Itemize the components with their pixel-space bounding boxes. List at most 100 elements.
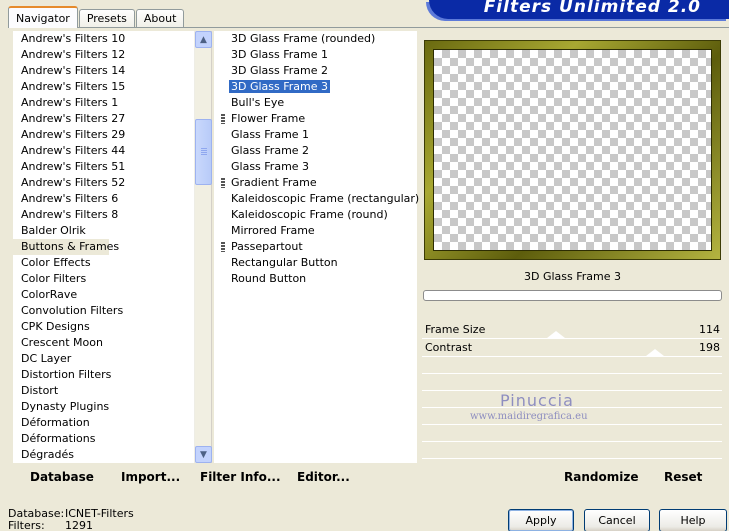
- import-button[interactable]: Import...: [121, 470, 180, 484]
- category-item[interactable]: Andrew's Filters 52: [13, 175, 193, 191]
- filter-item[interactable]: Gradient Frame: [214, 175, 417, 191]
- filter-label: 3D Glass Frame 3: [229, 80, 331, 93]
- category-item[interactable]: Andrew's Filters 1: [13, 95, 193, 111]
- category-item[interactable]: Buttons & Frames: [13, 239, 119, 255]
- reset-button[interactable]: Reset: [664, 470, 702, 484]
- category-item[interactable]: Andrew's Filters 12: [13, 47, 193, 63]
- category-item[interactable]: Distort: [13, 383, 193, 399]
- slider-marker-icon[interactable]: [547, 331, 566, 338]
- param-frame-size[interactable]: Frame Size 114: [422, 321, 722, 339]
- filter-item[interactable]: Mirrored Frame: [214, 223, 417, 239]
- filter-label: Flower Frame: [231, 112, 306, 125]
- filter-item[interactable]: Glass Frame 3: [214, 159, 417, 175]
- category-item[interactable]: Andrew's Filters 44: [13, 143, 193, 159]
- randomize-label: Randomize: [564, 470, 639, 484]
- category-item[interactable]: Déformation: [13, 415, 193, 431]
- category-item[interactable]: Andrew's Filters 29: [13, 127, 193, 143]
- preview-frame: [424, 40, 721, 260]
- filter-list[interactable]: 3D Glass Frame (rounded) 3D Glass Frame 1…: [214, 31, 419, 463]
- filter-item[interactable]: Glass Frame 2: [214, 143, 417, 159]
- apply-button[interactable]: Apply: [508, 509, 574, 531]
- filter-info-button[interactable]: Filter Info...: [200, 470, 281, 484]
- filter-label: Mirrored Frame: [231, 224, 315, 237]
- category-item[interactable]: Andrew's Filters 51: [13, 159, 193, 175]
- scroll-thumb[interactable]: [195, 119, 212, 185]
- category-item[interactable]: DC Layer: [13, 351, 193, 367]
- category-item[interactable]: Convolution Filters: [13, 303, 193, 319]
- filter-item[interactable]: 3D Glass Frame 3: [214, 79, 417, 95]
- folder-marker-icon: [221, 242, 225, 252]
- category-item[interactable]: Distortion Filters: [13, 367, 193, 383]
- tab-navigator[interactable]: Navigator: [8, 6, 78, 28]
- param-empty-row: [422, 442, 722, 459]
- filter-label: Passepartout: [231, 240, 303, 253]
- filter-item[interactable]: Round Button: [214, 271, 417, 287]
- category-item[interactable]: Andrew's Filters 27: [13, 111, 193, 127]
- param-empty-row: [422, 425, 722, 442]
- status-filters-label: Filters:: [8, 519, 45, 531]
- reset-label: Reset: [664, 470, 703, 484]
- filter-item[interactable]: Rectangular Button: [214, 255, 417, 271]
- category-item[interactable]: CPK Designs: [13, 319, 193, 335]
- param-empty-row: [422, 357, 722, 374]
- filter-label: 3D Glass Frame 1: [231, 48, 329, 61]
- category-item[interactable]: Andrew's Filters 15: [13, 79, 193, 95]
- category-item[interactable]: Déformations: [13, 431, 193, 447]
- param-name: Frame Size: [425, 323, 486, 336]
- randomize-button[interactable]: Randomize: [564, 470, 638, 484]
- filter-item[interactable]: 3D Glass Frame 1: [214, 47, 417, 63]
- filter-label: Glass Frame 1: [231, 128, 310, 141]
- category-item[interactable]: Dégradés: [13, 447, 193, 463]
- editor-button[interactable]: Editor...: [297, 470, 350, 484]
- watermark-name: Pinuccia: [500, 391, 574, 410]
- filter-item[interactable]: Glass Frame 1: [214, 127, 417, 143]
- filter-item[interactable]: Kaleidoscopic Frame (round): [214, 207, 417, 223]
- filter-item[interactable]: Flower Frame: [214, 111, 417, 127]
- category-item[interactable]: Balder Olrik: [13, 223, 193, 239]
- category-item[interactable]: Andrew's Filters 14: [13, 63, 193, 79]
- scroll-up-button[interactable]: ▲: [195, 31, 212, 48]
- filter-item[interactable]: Bull's Eye: [214, 95, 417, 111]
- category-list[interactable]: Andrew's Filters 10 Andrew's Filters 12 An…: [13, 31, 193, 463]
- param-value: 198: [699, 341, 720, 354]
- folder-marker-icon: [221, 114, 225, 124]
- filter-label: 3D Glass Frame 2: [231, 64, 329, 77]
- filter-item[interactable]: 3D Glass Frame (rounded): [214, 31, 417, 47]
- filter-label: Round Button: [231, 272, 307, 285]
- watermark-url: www.maidiregrafica.eu: [470, 411, 588, 422]
- tab-presets[interactable]: Presets: [78, 9, 135, 28]
- database-label: Database: [30, 470, 94, 484]
- category-item[interactable]: ColorRave: [13, 287, 193, 303]
- category-item[interactable]: Color Effects: [13, 255, 193, 271]
- slider-marker-icon[interactable]: [645, 349, 664, 356]
- filter-label: Gradient Frame: [231, 176, 317, 189]
- database-button[interactable]: Database: [30, 470, 94, 484]
- filter-info-label: Filter Info...: [200, 470, 281, 484]
- category-item[interactable]: Color Filters: [13, 271, 193, 287]
- category-item[interactable]: Andrew's Filters 10: [13, 31, 193, 47]
- help-button[interactable]: Help: [659, 509, 727, 531]
- import-label: Import...: [121, 470, 181, 484]
- filter-title: 3D Glass Frame 3: [424, 266, 721, 288]
- category-item[interactable]: Andrew's Filters 6: [13, 191, 193, 207]
- banner-title: Filters Unlimited 2.0: [483, 0, 701, 17]
- category-item[interactable]: Crescent Moon: [13, 335, 193, 351]
- filter-label: Glass Frame 3: [231, 160, 310, 173]
- filter-item[interactable]: Kaleidoscopic Frame (rectangular): [214, 191, 419, 207]
- tab-bar: Navigator Presets About: [8, 6, 185, 28]
- filter-label: Kaleidoscopic Frame (round): [231, 208, 388, 221]
- tab-about[interactable]: About: [135, 9, 185, 28]
- category-item[interactable]: Andrew's Filters 8: [13, 207, 193, 223]
- scroll-down-button[interactable]: ▼: [195, 446, 212, 463]
- left-toolbar: Database Import... Filter Info... Editor…: [13, 464, 417, 491]
- editor-label: Editor...: [297, 470, 350, 484]
- param-contrast[interactable]: Contrast 198: [422, 339, 722, 357]
- filter-item[interactable]: Passepartout: [214, 239, 417, 255]
- param-name: Contrast: [425, 341, 473, 354]
- category-item[interactable]: Dynasty Plugins: [13, 399, 193, 415]
- filter-item[interactable]: 3D Glass Frame 2: [214, 63, 417, 79]
- cancel-button[interactable]: Cancel: [584, 509, 650, 531]
- category-scrollbar[interactable]: ▲ ▼: [194, 31, 212, 463]
- filter-label: Kaleidoscopic Frame (rectangular): [231, 192, 420, 205]
- folder-marker-icon: [221, 178, 225, 188]
